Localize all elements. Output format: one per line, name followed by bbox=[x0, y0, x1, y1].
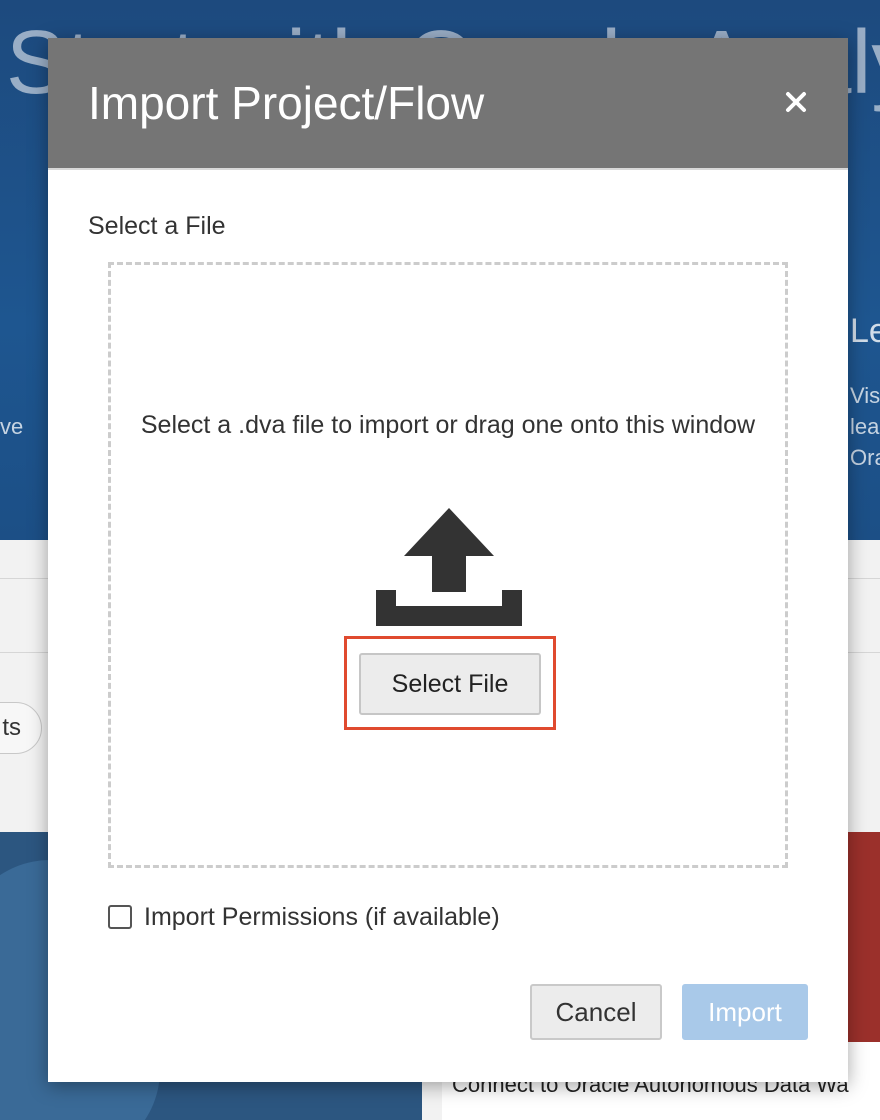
hero-right-line: lea bbox=[850, 414, 880, 439]
dialog-title: Import Project/Flow bbox=[88, 77, 485, 129]
hero-right-lines: Vis lea Ora bbox=[850, 380, 880, 473]
hero-right-line: Ora bbox=[850, 445, 880, 470]
file-drop-zone[interactable]: Select a .dva file to import or drag one… bbox=[108, 262, 788, 868]
hero-left-text: ve bbox=[0, 414, 24, 439]
import-permissions-row[interactable]: Import Permissions (if available) bbox=[108, 900, 500, 934]
import-button[interactable]: Import bbox=[682, 984, 808, 1040]
close-icon bbox=[786, 92, 806, 112]
import-dialog: Import Project/Flow Select a File Select… bbox=[48, 38, 848, 1082]
hero-right-heading: Le bbox=[850, 312, 880, 350]
select-file-label: Select a File bbox=[88, 212, 226, 240]
cancel-button[interactable]: Cancel bbox=[530, 984, 662, 1040]
filter-pill[interactable]: ts bbox=[0, 702, 42, 754]
import-permissions-checkbox[interactable] bbox=[108, 905, 132, 929]
import-permissions-label[interactable]: Import Permissions (if available) bbox=[144, 903, 500, 932]
close-button[interactable] bbox=[772, 78, 820, 126]
select-file-button[interactable]: Select File bbox=[359, 653, 541, 715]
hero-right-line: Vis bbox=[850, 383, 880, 408]
upload-icon bbox=[376, 508, 522, 626]
drop-zone-message: Select a .dva file to import or drag one… bbox=[140, 411, 756, 439]
dialog-header: Import Project/Flow bbox=[48, 38, 848, 170]
select-file-highlight: Select File bbox=[344, 636, 556, 730]
